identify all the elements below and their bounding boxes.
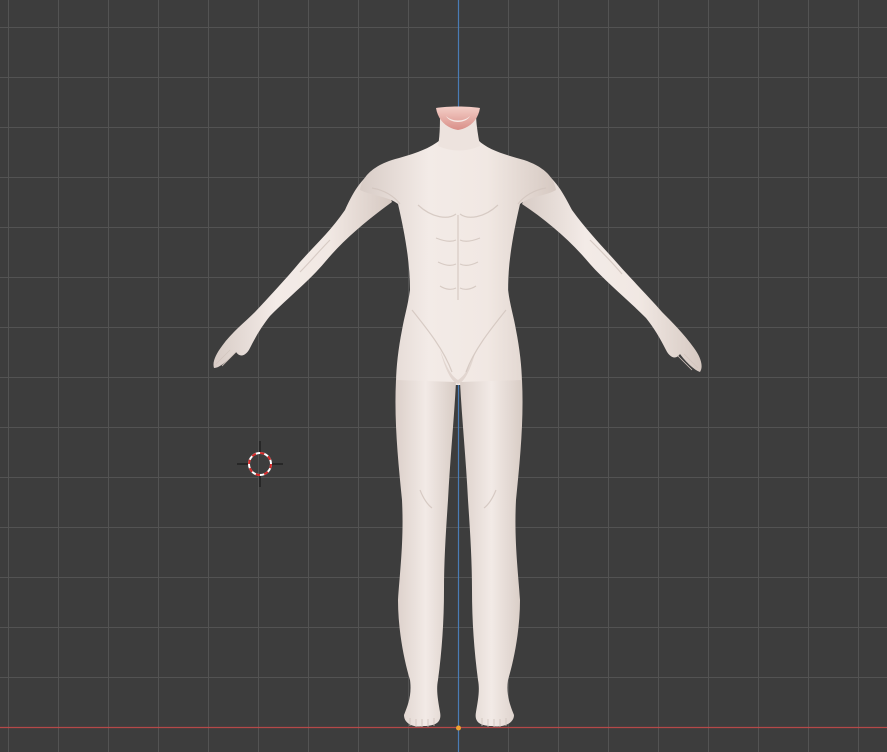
viewport-canvas[interactable] bbox=[0, 0, 887, 752]
3d-viewport[interactable] bbox=[0, 0, 887, 752]
object-origin-icon[interactable] bbox=[456, 725, 461, 731]
